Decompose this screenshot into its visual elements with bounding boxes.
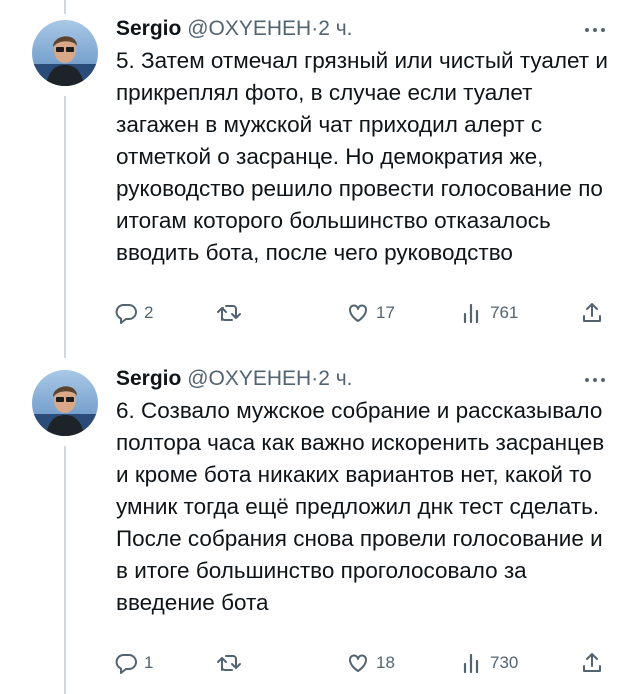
retweet-icon — [217, 305, 241, 321]
reply-button[interactable]: 1 — [114, 651, 153, 675]
author-handle[interactable]: @OXYEHEH — [187, 367, 311, 390]
views-count: 761 — [490, 303, 519, 322]
share-icon — [583, 653, 601, 672]
tweet[interactable]: Sergio @OXYEHEH·2 ч. 5. Затем отмечал гр… — [0, 0, 640, 350]
like-icon — [349, 304, 367, 322]
share-button[interactable] — [580, 301, 604, 325]
views-button[interactable]: 761 — [462, 301, 518, 325]
retweet-button[interactable] — [216, 301, 242, 325]
tweet-header: Sergio @OXYEHEH·2 ч. — [116, 16, 353, 42]
like-button[interactable]: 17 — [346, 301, 395, 325]
more-button[interactable] — [580, 20, 610, 40]
reply-icon — [115, 654, 137, 674]
reply-button[interactable]: 2 — [114, 301, 153, 325]
reply-icon — [115, 304, 137, 324]
author-handle[interactable]: @OXYEHEH — [187, 17, 311, 40]
share-icon — [583, 303, 601, 322]
like-count: 18 — [376, 653, 395, 672]
avatar[interactable] — [32, 20, 98, 86]
avatar[interactable] — [32, 370, 98, 436]
tweet-time[interactable]: 2 ч. — [318, 367, 352, 390]
action-bar: 1 18 730 — [0, 651, 640, 681]
more-icon — [585, 28, 605, 32]
views-count: 730 — [490, 653, 519, 672]
reply-count: 1 — [144, 653, 154, 672]
reply-count: 2 — [144, 303, 154, 322]
more-icon — [585, 378, 605, 382]
tweet-time[interactable]: 2 ч. — [318, 17, 352, 40]
like-count: 17 — [376, 303, 395, 322]
retweet-icon — [217, 655, 241, 671]
tweet[interactable]: Sergio @OXYEHEH·2 ч. 6. Созвало мужское … — [0, 350, 640, 694]
tweet-text: 5. Затем отмечал грязный или чистый туал… — [116, 48, 608, 265]
action-bar: 2 17 761 — [0, 301, 640, 331]
like-button[interactable]: 18 — [346, 651, 395, 675]
views-icon — [463, 303, 479, 324]
share-button[interactable] — [580, 651, 604, 675]
author-name[interactable]: Sergio — [116, 17, 181, 40]
views-button[interactable]: 730 — [462, 651, 518, 675]
tweet-header: Sergio @OXYEHEH·2 ч. — [116, 366, 353, 392]
author-name[interactable]: Sergio — [116, 367, 181, 390]
tweet-text: 6. Созвало мужское собрание и рассказыва… — [116, 398, 605, 615]
more-button[interactable] — [580, 370, 610, 390]
views-icon — [463, 653, 479, 674]
retweet-button[interactable] — [216, 651, 242, 675]
like-icon — [349, 654, 367, 672]
